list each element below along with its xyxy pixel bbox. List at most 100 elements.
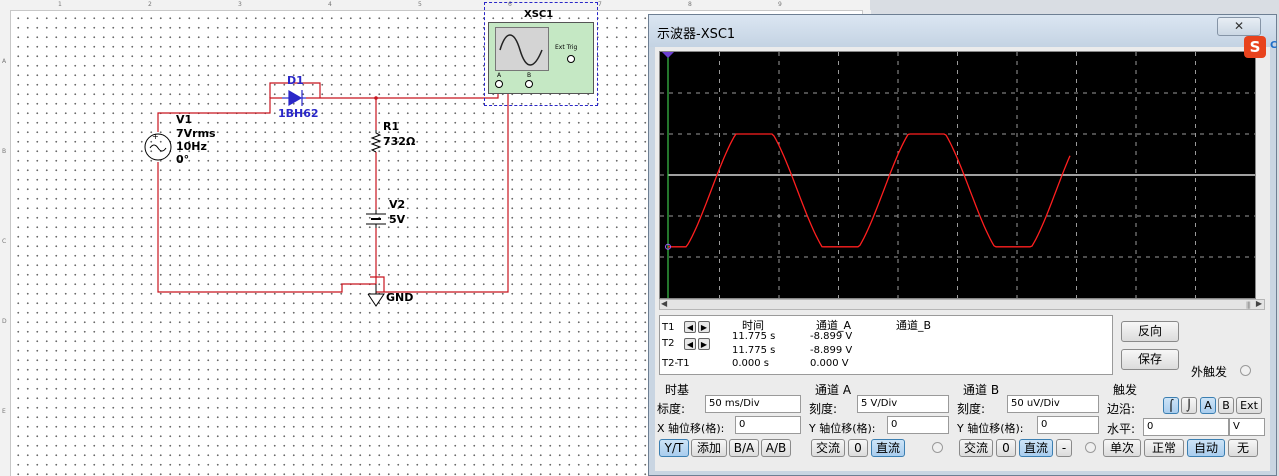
wire-net	[157, 82, 509, 293]
t1-right-arrow-icon[interactable]: ▶	[698, 321, 710, 333]
trigger-level-unit: V	[1229, 418, 1265, 436]
trigger-b-button[interactable]: B	[1218, 397, 1234, 414]
x-position-label: X 轴位移(格):	[657, 422, 725, 435]
channel-a-scale-field[interactable]: 5 V/Div	[857, 395, 949, 413]
t2-channel-a-value: -8.899 V	[810, 345, 853, 356]
t2-t1-label: T2-T1	[662, 358, 690, 369]
resistor-r1-symbol	[370, 130, 382, 153]
channel-b-ypos-label: Y 轴位移(格):	[957, 422, 1024, 435]
channel-b-minus-button[interactable]: -	[1056, 439, 1072, 457]
trigger-normal-button[interactable]: 正常	[1144, 439, 1184, 457]
trigger-none-button[interactable]: 无	[1228, 439, 1258, 457]
xsc1-channel-b-label: B	[527, 72, 532, 79]
channel-a-ypos-field[interactable]: 0	[887, 416, 949, 434]
channel-a-scale-label: 刻度:	[809, 402, 838, 416]
oscilloscope-panel: ◀ ||| ▶ T1 T2 T2-T1 ◀ ▶ ◀ ▶ 时间 通道_A 通道_B…	[655, 47, 1270, 471]
timebase-scale-field[interactable]: 50 ms/Div	[705, 395, 801, 413]
channel-b-terminal[interactable]	[525, 80, 533, 88]
ext-trigger-label: 外触发	[1191, 365, 1228, 379]
d1-model: 1BH62	[278, 107, 319, 120]
mode-ba-button[interactable]: B/A	[729, 439, 759, 457]
xsc1-screen-icon	[495, 27, 549, 71]
channel-b-title: 通道 B	[963, 383, 1000, 397]
tray-logo-text: C	[1270, 40, 1278, 51]
svg-text:+: +	[152, 132, 159, 141]
channel-a-ac-button[interactable]: 交流	[811, 439, 845, 457]
wire-v1-to-gnd	[157, 162, 376, 293]
gnd-label: GND	[386, 291, 414, 304]
t2-time-value: 11.775 s	[732, 345, 776, 356]
ext-trigger-radio[interactable]	[1240, 365, 1251, 376]
scroll-right-icon[interactable]: ▶	[1256, 299, 1262, 308]
xsc1-ext-trig-label: Ext Trig	[555, 44, 578, 51]
v1-phase: 0°	[176, 153, 190, 166]
rising-edge-icon[interactable]: ⌠	[1163, 397, 1179, 414]
channel-a-zero-button[interactable]: 0	[848, 439, 868, 457]
t1-time-value: 11.775 s	[732, 331, 776, 342]
xsc1-instrument[interactable]: Ext Trig A B	[488, 22, 594, 94]
wire-scope-b-to-gnd	[376, 86, 509, 293]
channel-a-dc-button[interactable]: 直流	[871, 439, 905, 457]
t2-right-arrow-icon[interactable]: ▶	[698, 338, 710, 350]
dt-time-value: 0.000 s	[732, 358, 770, 369]
trigger-auto-button[interactable]: 自动	[1187, 439, 1225, 457]
x-position-field[interactable]: 0	[735, 416, 801, 434]
trigger-a-button[interactable]: A	[1200, 397, 1216, 414]
trigger-ext-button[interactable]: Ext	[1236, 397, 1262, 414]
dt-channel-a-value: 0.000 V	[810, 358, 849, 369]
ext-trig-terminal[interactable]	[567, 55, 575, 63]
channel-b-ac-button[interactable]: 交流	[959, 439, 993, 457]
reverse-button[interactable]: 反向	[1121, 321, 1179, 342]
v2-name: V2	[389, 198, 406, 211]
mode-ab-button[interactable]: A/B	[761, 439, 791, 457]
channel-b-scale-label: 刻度:	[957, 402, 986, 416]
channel-a-ypos-label: Y 轴位移(格):	[809, 422, 876, 435]
t1-label: T1	[662, 322, 675, 333]
mode-add-button[interactable]: 添加	[691, 439, 727, 457]
trigger-level-field[interactable]: 0	[1143, 418, 1229, 436]
tray-logo-icon[interactable]: S	[1244, 36, 1266, 58]
timebase-title: 时基	[665, 383, 690, 397]
v1-frequency: 10Hz	[176, 140, 207, 153]
save-button[interactable]: 保存	[1121, 349, 1179, 370]
close-button[interactable]: ✕	[1217, 17, 1261, 36]
channel-a-radio[interactable]	[932, 442, 943, 453]
channel-a-title: 通道 A	[815, 383, 852, 397]
t1-left-arrow-icon[interactable]: ◀	[684, 321, 696, 333]
v1-source-symbol: +	[144, 132, 172, 161]
falling-edge-icon[interactable]: ⌡	[1181, 397, 1197, 414]
r1-name: R1	[383, 120, 400, 133]
scroll-grip-icon[interactable]: |||	[1246, 301, 1251, 309]
scope-display[interactable]	[659, 51, 1256, 299]
junction-dot	[374, 96, 378, 100]
cursor-readout-panel: T1 T2 T2-T1 ◀ ▶ ◀ ▶ 时间 通道_A 通道_B 11.775 …	[659, 315, 1113, 375]
v1-amplitude: 7Vrms	[176, 127, 216, 140]
window-titlebar[interactable]: 示波器-XSC1 ✕	[649, 15, 1276, 47]
window-title: 示波器-XSC1	[657, 27, 736, 42]
channel-b-ypos-field[interactable]: 0	[1037, 416, 1099, 434]
trigger-edge-label: 边沿:	[1107, 402, 1136, 416]
channel-a-trace	[668, 133, 1071, 248]
scroll-left-icon[interactable]: ◀	[661, 299, 667, 308]
trigger-single-button[interactable]: 单次	[1103, 439, 1141, 457]
channel-b-scale-field[interactable]: 50 uV/Div	[1007, 395, 1099, 413]
oscilloscope-window[interactable]: 示波器-XSC1 ✕ ◀ ||| ▶ T1 T2 T2-T1 ◀ ▶ ◀ ▶ 时…	[648, 14, 1277, 476]
xsc1-channel-a-label: A	[497, 72, 502, 79]
trigger-title: 触发	[1113, 383, 1138, 397]
t2-left-arrow-icon[interactable]: ◀	[684, 338, 696, 350]
trigger-level-label: 水平:	[1107, 422, 1136, 436]
channel-a-terminal[interactable]	[495, 80, 503, 88]
scope-graticule	[660, 52, 1255, 298]
d1-name: D1	[287, 74, 304, 87]
wire-node-to-scope	[376, 86, 499, 99]
channel-b-radio[interactable]	[1085, 442, 1096, 453]
battery-v2-symbol	[366, 210, 386, 228]
channel-b-dc-button[interactable]: 直流	[1019, 439, 1053, 457]
horizontal-scrollbar[interactable]: ◀ ||| ▶	[659, 299, 1265, 310]
timebase-scale-label: 标度:	[657, 402, 686, 416]
diode-d1-symbol	[282, 89, 306, 107]
t1-channel-a-value: -8.899 V	[810, 331, 853, 342]
mode-yt-button[interactable]: Y/T	[659, 439, 689, 457]
t2-label: T2	[662, 338, 675, 349]
channel-b-zero-button[interactable]: 0	[996, 439, 1016, 457]
